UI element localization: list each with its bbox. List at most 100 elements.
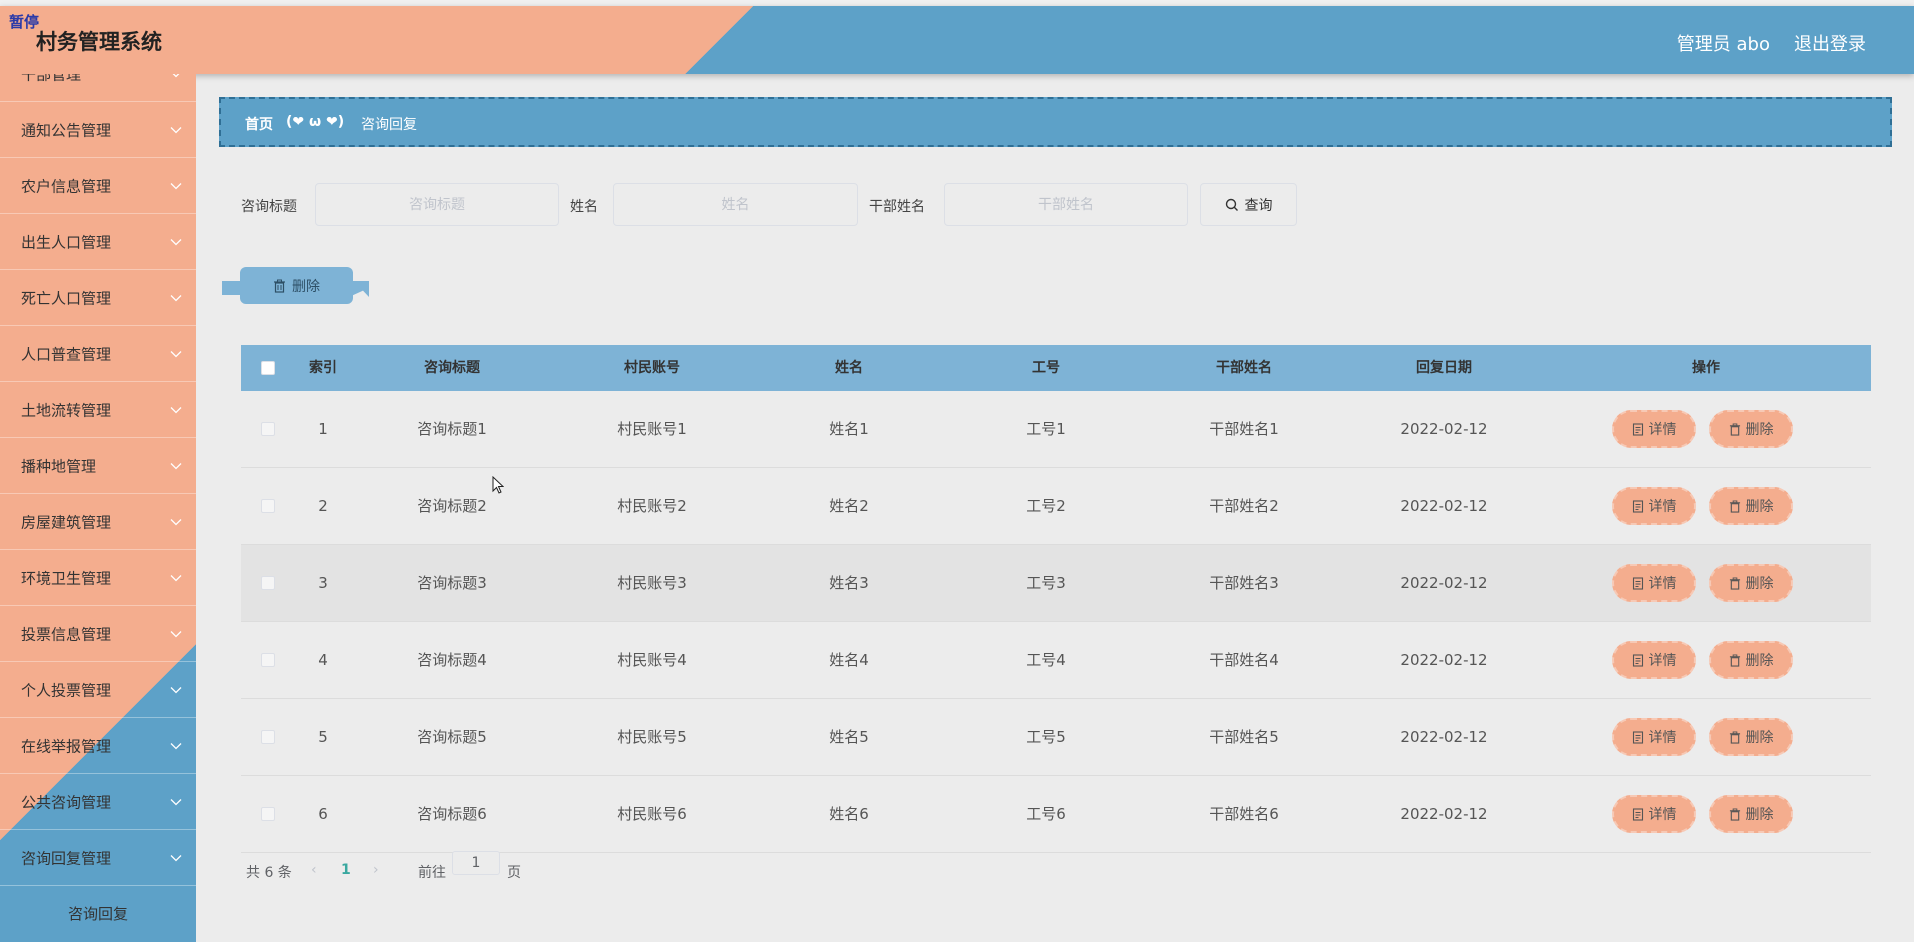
query-label: 查询	[1244, 197, 1273, 214]
batch-delete-body: 删除	[240, 267, 353, 304]
page-number-current[interactable]: 1	[341, 862, 351, 878]
row-checkbox[interactable]	[261, 730, 275, 744]
mouse-cursor-icon	[492, 476, 504, 494]
title-search-input[interactable]	[315, 183, 559, 226]
detail-button[interactable]: 详情	[1612, 795, 1696, 833]
row-checkbox[interactable]	[261, 653, 275, 667]
row-checkbox[interactable]	[261, 422, 275, 436]
prev-page-icon[interactable]: ‹	[311, 862, 317, 878]
select-all-checkbox[interactable]	[261, 361, 275, 375]
table-cell-name: 姓名1	[829, 420, 869, 438]
column-header: 工号	[1032, 360, 1060, 376]
sidebar-item-label: 通知公告管理	[21, 121, 112, 140]
cadre-search-label: 干部姓名	[869, 199, 925, 215]
app-title: 村务管理系统	[36, 30, 162, 54]
row-delete-button[interactable]: 删除	[1709, 641, 1793, 679]
chevron-down-icon	[170, 799, 182, 806]
sidebar-item[interactable]: 通知公告管理	[0, 103, 196, 158]
table-row: 3 咨询标题3 村民账号3 姓名3 工号3 干部姓名3 2022-02-12 详情 删除	[241, 545, 1871, 622]
table-cell-title: 咨询标题6	[417, 805, 487, 823]
sidebar-item-label: 出生人口管理	[21, 233, 112, 252]
column-header: 索引	[309, 360, 337, 376]
table-cell-date: 2022-02-12	[1400, 651, 1488, 669]
document-icon	[1632, 576, 1643, 590]
row-delete-label: 删除	[1745, 807, 1774, 823]
table-cell-index: 5	[318, 728, 328, 746]
title-search-label: 咨询标题	[241, 199, 297, 215]
trash-icon	[1729, 500, 1740, 513]
column-header: 姓名	[835, 360, 863, 376]
sidebar-item[interactable]: 公共咨询管理	[0, 775, 196, 830]
breadcrumb-home[interactable]: 首页	[245, 114, 273, 134]
goto-label: 前往	[418, 865, 446, 881]
row-delete-button[interactable]: 删除	[1709, 718, 1793, 756]
chevron-down-icon	[170, 127, 182, 134]
sidebar-item[interactable]: 农户信息管理	[0, 159, 196, 214]
detail-button[interactable]: 详情	[1612, 564, 1696, 602]
chevron-down-icon	[170, 519, 182, 526]
page-suffix: 页	[507, 865, 521, 881]
sidebar-subitem-reply[interactable]: 咨询回复	[0, 887, 196, 942]
name-search-input[interactable]	[613, 183, 858, 226]
sidebar-item-label: 农户信息管理	[21, 177, 112, 196]
cadre-search-input[interactable]	[944, 183, 1188, 226]
sidebar-item[interactable]: 土地流转管理	[0, 383, 196, 438]
table-cell-job-no: 工号6	[1026, 805, 1066, 823]
row-delete-label: 删除	[1745, 730, 1774, 746]
logout-link[interactable]: 退出登录	[1794, 30, 1866, 56]
table-cell-name: 姓名3	[829, 574, 869, 592]
sidebar-item[interactable]: 播种地管理	[0, 439, 196, 494]
chevron-down-icon	[170, 239, 182, 246]
sidebar-item[interactable]: 房屋建筑管理	[0, 495, 196, 550]
table-cell-date: 2022-02-12	[1400, 574, 1488, 592]
column-header: 操作	[1692, 360, 1720, 376]
table-row: 2 咨询标题2 村民账号2 姓名2 工号2 干部姓名2 2022-02-12 详情 删除	[241, 468, 1871, 545]
detail-button[interactable]: 详情	[1612, 410, 1696, 448]
detail-label: 详情	[1648, 807, 1677, 823]
row-delete-button[interactable]: 删除	[1709, 564, 1793, 602]
row-checkbox[interactable]	[261, 807, 275, 821]
row-delete-button[interactable]: 删除	[1709, 410, 1793, 448]
column-header: 干部姓名	[1216, 360, 1272, 376]
pause-badge[interactable]: 暂停	[9, 11, 39, 32]
table-cell-title: 咨询标题5	[417, 728, 487, 746]
chevron-down-icon	[170, 183, 182, 190]
row-checkbox[interactable]	[261, 499, 275, 513]
sidebar-item[interactable]: 出生人口管理	[0, 215, 196, 270]
sidebar-item[interactable]: 干部管理	[0, 74, 196, 102]
detail-button[interactable]: 详情	[1612, 718, 1696, 756]
row-checkbox[interactable]	[261, 576, 275, 590]
sidebar-item[interactable]: 咨询回复管理	[0, 831, 196, 886]
table-cell-index: 4	[318, 651, 328, 669]
sidebar-item[interactable]: 个人投票管理	[0, 663, 196, 718]
detail-label: 详情	[1648, 730, 1677, 746]
sidebar-item-label: 人口普查管理	[21, 345, 112, 364]
table-row: 5 咨询标题5 村民账号5 姓名5 工号5 干部姓名5 2022-02-12 详情 删除	[241, 699, 1871, 776]
batch-delete-button[interactable]: 删除	[222, 267, 369, 304]
table-row: 1 咨询标题1 村民账号1 姓名1 工号1 干部姓名1 2022-02-12 详情 删除	[241, 391, 1871, 468]
query-button[interactable]: 查询	[1200, 183, 1297, 226]
detail-label: 详情	[1648, 576, 1677, 592]
sidebar-item[interactable]: 死亡人口管理	[0, 271, 196, 326]
chevron-down-icon	[170, 351, 182, 358]
table-cell-name: 姓名5	[829, 728, 869, 746]
goto-page-input[interactable]	[452, 851, 500, 875]
row-delete-button[interactable]: 删除	[1709, 795, 1793, 833]
detail-button[interactable]: 详情	[1612, 487, 1696, 525]
sidebar-item[interactable]: 投票信息管理	[0, 607, 196, 662]
document-icon	[1632, 422, 1643, 436]
detail-button[interactable]: 详情	[1612, 641, 1696, 679]
trash-icon	[1729, 577, 1740, 590]
row-delete-button[interactable]: 删除	[1709, 487, 1793, 525]
sidebar-item[interactable]: 人口普查管理	[0, 327, 196, 382]
sidebar-item[interactable]: 环境卫生管理	[0, 551, 196, 606]
table-header: 索引 咨询标题 村民账号 姓名 工号 干部姓名 回复日期 操作	[241, 345, 1871, 391]
next-page-icon[interactable]: ›	[373, 862, 379, 878]
sidebar-item[interactable]: 在线举报管理	[0, 719, 196, 774]
table-cell-name: 姓名6	[829, 805, 869, 823]
row-delete-label: 删除	[1745, 422, 1774, 438]
table-cell-job-no: 工号4	[1026, 651, 1066, 669]
column-header: 咨询标题	[424, 360, 480, 376]
document-icon	[1632, 730, 1643, 744]
reply-table: 索引 咨询标题 村民账号 姓名 工号 干部姓名 回复日期 操作 1 咨询标题1 村民账号1 姓名1 工…	[241, 345, 1871, 853]
